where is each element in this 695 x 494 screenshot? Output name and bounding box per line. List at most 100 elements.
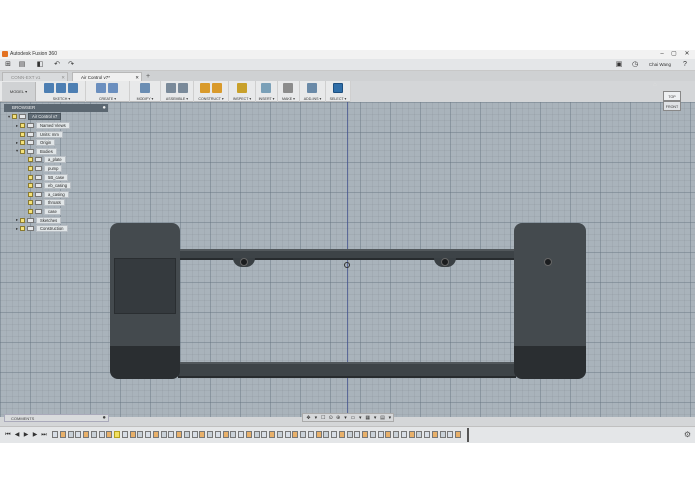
toolbar-group-label[interactable]: SKETCH ▾: [38, 97, 85, 101]
timeline-feature[interactable]: [168, 431, 175, 438]
toolbar-tool-icon[interactable]: [332, 83, 343, 93]
toolbar-group-label[interactable]: ADD-INS ▾: [300, 97, 325, 101]
toolbar-group-label[interactable]: INSPECT ▾: [229, 97, 255, 101]
timeline-feature[interactable]: [98, 431, 105, 438]
timeline-feature[interactable]: [385, 431, 392, 438]
timeline-feature[interactable]: [176, 431, 182, 438]
toolbar-tool-icon[interactable]: [307, 83, 317, 93]
comments-bar[interactable]: COMMENTS ●: [4, 414, 109, 422]
timeline-feature[interactable]: [191, 431, 198, 438]
toolbar-tool-icon[interactable]: [56, 83, 66, 93]
visibility-bulb-icon[interactable]: [20, 131, 25, 137]
tab-conn-ext[interactable]: CONN-EXT v1 ✕: [2, 72, 68, 81]
visibility-bulb-icon[interactable]: [28, 200, 33, 206]
workspace-switcher[interactable]: MODEL ▾: [2, 82, 36, 101]
toolbar-group-7[interactable]: MAKE ▾: [278, 81, 300, 102]
timeline-feature[interactable]: [323, 431, 330, 438]
timeline-feature[interactable]: [338, 431, 345, 438]
timeline-feature[interactable]: [67, 431, 74, 438]
maximize-button[interactable]: ▢: [668, 50, 680, 59]
browser-node[interactable]: case: [22, 207, 61, 215]
visibility-bulb-icon[interactable]: [28, 191, 33, 197]
timeline-back-button[interactable]: ◀: [13, 431, 21, 439]
toolbar-group-label[interactable]: CONSTRUCT ▾: [194, 97, 228, 101]
timeline-feature[interactable]: [114, 431, 120, 438]
toolbar-group-label[interactable]: CREATE ▾: [86, 97, 129, 101]
browser-node[interactable]: ▾ Air Control v7: [6, 113, 62, 121]
timeline-feature[interactable]: [315, 431, 322, 438]
timeline-feature[interactable]: [300, 431, 306, 438]
toolbar-group-4[interactable]: CONSTRUCT ▾: [194, 81, 229, 102]
timeline-feature[interactable]: [331, 431, 337, 438]
timeline-feature[interactable]: [424, 431, 430, 438]
nav-tool-icon[interactable]: ▦: [364, 415, 371, 421]
timeline-feature[interactable]: [183, 431, 190, 438]
nav-tool-icon[interactable]: ▾: [372, 415, 379, 421]
file-menu-icon[interactable]: ▤: [17, 60, 27, 70]
timeline-feature[interactable]: [416, 431, 423, 438]
browser-node[interactable]: ▸ Origin: [14, 139, 56, 147]
view-cube[interactable]: TOP FRONT: [661, 90, 683, 124]
nav-tool-icon[interactable]: ⊙: [327, 415, 334, 421]
nav-tool-icon[interactable]: ⊕: [335, 415, 342, 421]
timeline-feature[interactable]: [307, 431, 314, 438]
toolbar-group-label[interactable]: INSERT ▾: [256, 97, 277, 101]
timeline-feature[interactable]: [284, 431, 291, 438]
timeline-feature[interactable]: [106, 431, 113, 438]
visibility-bulb-icon[interactable]: [28, 208, 33, 214]
nav-tool-icon[interactable]: ▾: [386, 415, 393, 421]
nav-tool-icon[interactable]: ✥: [305, 415, 312, 421]
timeline-feature[interactable]: [245, 431, 252, 438]
timeline-play-button[interactable]: ▶: [22, 431, 30, 439]
timeline-feature[interactable]: [369, 431, 376, 438]
browser-node[interactable]: ▸ Construction: [14, 225, 68, 233]
timeline-feature[interactable]: [276, 431, 283, 438]
visibility-bulb-icon[interactable]: [28, 174, 33, 180]
toolbar-group-5[interactable]: INSPECT ▾: [229, 81, 256, 102]
toolbar-tool-icon[interactable]: [108, 83, 118, 93]
browser-node[interactable]: Units: mm: [14, 130, 63, 138]
timeline-feature[interactable]: [90, 431, 97, 438]
timeline-feature[interactable]: [129, 431, 136, 438]
toolbar-group-label[interactable]: MODIFY ▾: [130, 97, 160, 101]
nav-tool-icon[interactable]: ▾: [342, 415, 349, 421]
timeline-feature[interactable]: [261, 431, 268, 438]
help-icon[interactable]: ?: [680, 60, 690, 70]
toolbar-group-label[interactable]: SELECT ▾: [326, 97, 350, 101]
data-panel-grid-icon[interactable]: ⊞: [3, 60, 13, 70]
nav-tool-icon[interactable]: ▾: [312, 415, 319, 421]
timeline-feature[interactable]: [447, 431, 454, 438]
toolbar-group-1[interactable]: CREATE ▾: [86, 81, 130, 102]
timeline-feature[interactable]: [59, 431, 66, 438]
toolbar-tool-icon[interactable]: [177, 83, 188, 93]
timeline-feature[interactable]: [214, 431, 221, 438]
toolbar-tool-icon[interactable]: [283, 83, 293, 93]
view-cube-front-face[interactable]: FRONT: [663, 101, 681, 111]
timeline-feature[interactable]: [121, 431, 128, 438]
toolbar-group-6[interactable]: INSERT ▾: [256, 81, 278, 102]
timeline-feature[interactable]: [137, 431, 144, 438]
visibility-bulb-icon[interactable]: [28, 157, 33, 163]
toolbar-tool-icon[interactable]: [199, 83, 210, 93]
save-icon[interactable]: ◧: [35, 60, 45, 70]
timeline-marker[interactable]: [467, 428, 469, 442]
tab-air-control[interactable]: Air Control v7* ✕: [72, 72, 142, 81]
view-cube-top-face[interactable]: TOP: [663, 91, 681, 101]
close-button[interactable]: ✕: [681, 50, 693, 59]
timeline-feature[interactable]: [199, 431, 206, 438]
toolbar-tool-icon[interactable]: [44, 83, 54, 93]
browser-node[interactable]: ▾ Bodies: [14, 147, 57, 155]
visibility-bulb-icon[interactable]: [20, 140, 25, 146]
new-tab-button[interactable]: +: [146, 72, 150, 81]
timeline-forward-button[interactable]: ▶: [31, 431, 39, 439]
visibility-bulb-icon[interactable]: [12, 114, 17, 120]
timeline-feature[interactable]: [455, 431, 461, 438]
timeline-feature[interactable]: [207, 431, 213, 438]
toolbar-group-2[interactable]: MODIFY ▾: [130, 81, 161, 102]
timeline-feature[interactable]: [269, 431, 275, 438]
timeline-feature[interactable]: [253, 431, 260, 438]
timeline-feature[interactable]: [222, 431, 229, 438]
browser-node[interactable]: a_plate: [22, 156, 66, 164]
comments-toggle-icon[interactable]: ●: [102, 415, 106, 422]
browser-header[interactable]: BROWSER ●: [4, 104, 108, 112]
